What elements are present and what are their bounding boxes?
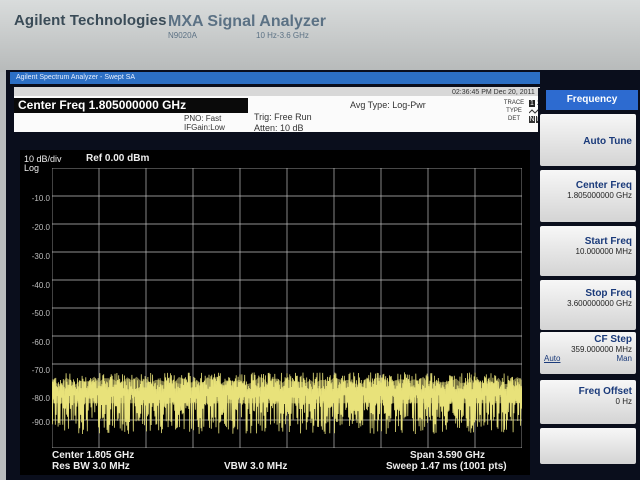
atten-label: Atten: 10 dB xyxy=(254,123,304,133)
spectrum-graticule xyxy=(52,168,522,448)
cf-step-softkey[interactable]: CF Step 359.000000 MHz Auto Man xyxy=(540,332,636,374)
vbw-label: VBW 3.0 MHz xyxy=(224,461,288,472)
sweep-label: Sweep 1.47 ms (1001 pts) xyxy=(386,461,507,472)
timestamp: 02:36:45 PM Dec 20, 2011 xyxy=(452,89,535,96)
center-freq-softkey[interactable]: Center Freq 1.805000000 GHz xyxy=(540,170,636,222)
auto-tune-label: Auto Tune xyxy=(583,136,632,147)
start-freq-label: Start Freq xyxy=(584,236,632,247)
trace-row-label: TRACE xyxy=(503,100,525,106)
center-freq-banner: Center Freq 1.805000000 GHz xyxy=(14,98,248,113)
y-tick-label: -30.0 xyxy=(31,252,50,261)
avg-type-label: Avg Type: Log-Pwr xyxy=(350,100,426,110)
more-softkey[interactable] xyxy=(540,428,636,464)
cf-step-mode: Auto Man xyxy=(540,354,632,363)
stop-freq-softkey[interactable]: Stop Freq 3.600000000 GHz xyxy=(540,280,636,330)
trace-number: 1 xyxy=(529,100,535,107)
y-tick-label: -40.0 xyxy=(31,281,50,290)
freq-offset-softkey[interactable]: Freq Offset 0 Hz xyxy=(540,380,636,424)
span-label: Span 3.590 GHz xyxy=(410,450,486,461)
start-freq-value: 10.000000 MHz xyxy=(575,247,632,256)
stop-freq-value: 3.600000000 GHz xyxy=(567,299,632,308)
y-tick-label: -60.0 xyxy=(31,338,50,347)
pno-label: PNO: Fast xyxy=(184,114,222,123)
freq-offset-label: Freq Offset xyxy=(578,386,632,397)
cf-step-value: 359.000000 MHz xyxy=(571,345,632,354)
menu-header-frequency: Frequency xyxy=(546,90,638,110)
center-freq-softkey-value: 1.805000000 GHz xyxy=(567,191,632,200)
cf-step-auto[interactable]: Auto xyxy=(544,354,560,363)
start-freq-softkey[interactable]: Start Freq 10.000000 MHz xyxy=(540,226,636,276)
center-freq-footer: Center 1.805 GHz xyxy=(52,450,135,461)
y-tick-label: -70.0 xyxy=(31,366,50,375)
freq-range-label: 10 Hz-3.6 GHz xyxy=(256,31,309,40)
ifgain-label: IFGain:Low xyxy=(184,123,225,132)
type-row-label: TYPE xyxy=(506,108,522,114)
cf-step-label: CF Step xyxy=(594,334,632,345)
det-value: N xyxy=(529,116,535,123)
ref-level-label: Ref 0.00 dBm xyxy=(86,153,150,164)
y-tick-label: -50.0 xyxy=(31,309,50,318)
log-label: Log xyxy=(24,163,40,173)
brand-label: Agilent Technologies xyxy=(14,12,167,29)
y-tick-label: -10.0 xyxy=(31,194,50,203)
det-row-label: DET xyxy=(508,116,520,122)
trig-label: Trig: Free Run xyxy=(254,112,312,122)
center-freq-softkey-label: Center Freq xyxy=(575,180,632,191)
model-number: N9020A xyxy=(168,31,197,40)
y-tick-label: -80.0 xyxy=(31,394,50,403)
freq-offset-value: 0 Hz xyxy=(615,397,632,406)
window-title-bar: Agilent Spectrum Analyzer - Swept SA xyxy=(10,72,540,84)
y-tick-label: -90.0 xyxy=(31,418,50,427)
model-label: MXA Signal Analyzer xyxy=(168,13,326,30)
y-tick-label: -20.0 xyxy=(31,223,50,232)
instrument-bezel xyxy=(0,0,640,72)
auto-tune-softkey[interactable]: Auto Tune xyxy=(540,114,636,166)
res-bw-label: Res BW 3.0 MHz xyxy=(52,461,130,472)
cf-step-man[interactable]: Man xyxy=(616,354,632,363)
stop-freq-label: Stop Freq xyxy=(585,288,632,299)
